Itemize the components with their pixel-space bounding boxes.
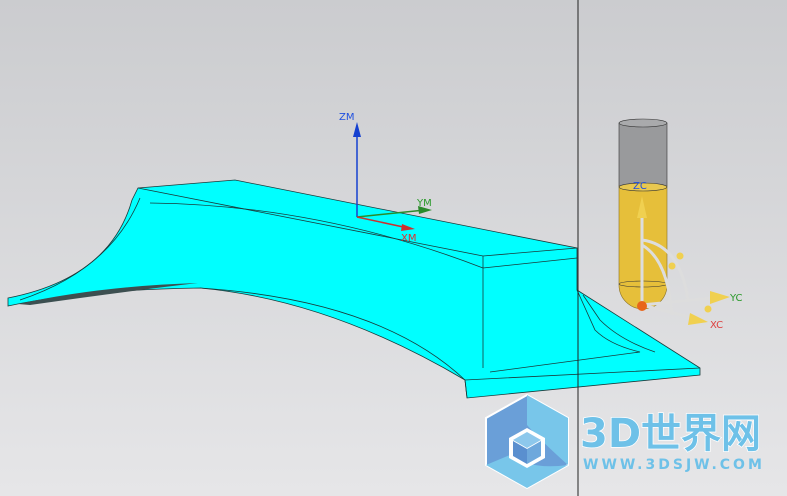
yc-label: YC [729, 293, 743, 304]
yc-arrow-icon[interactable] [710, 291, 730, 304]
rotate-handle-icon[interactable] [668, 262, 676, 270]
watermark-title: 3D世界网 [580, 411, 761, 457]
zc-label: ZC [633, 181, 647, 192]
zm-label: ZM [339, 112, 354, 123]
watermark-logo: 3D世界网 WWW.3DSJW.COM [485, 393, 765, 490]
ym-label: YM [416, 198, 432, 209]
xc-label: XC [710, 320, 723, 331]
rotate-handle-icon[interactable] [676, 252, 684, 260]
xm-label: XM [401, 233, 416, 244]
graphics-viewport[interactable]: ZM YM XM ZC YC XC 3D世界网 WWW.3DSJW.COM [0, 0, 787, 496]
xc-arrow-icon[interactable] [688, 313, 708, 325]
zm-arrow-icon [353, 122, 361, 137]
rotate-handle-icon[interactable] [704, 305, 712, 313]
cad-part[interactable] [7, 179, 701, 399]
watermark-url: WWW.3DSJW.COM [583, 457, 765, 473]
origin-handle-icon[interactable] [637, 301, 647, 311]
